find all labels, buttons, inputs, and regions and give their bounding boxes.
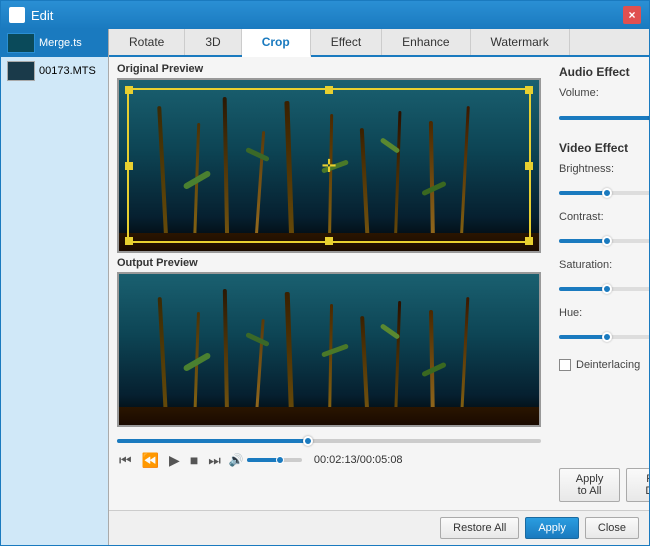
restore-all-button[interactable]: Restore All — [440, 517, 519, 539]
bottom-buttons: Restore All Apply Close — [109, 510, 649, 545]
tab-watermark[interactable]: Watermark — [471, 29, 570, 55]
play-button[interactable]: ▶ — [167, 453, 182, 467]
progress-thumb[interactable] — [303, 436, 313, 446]
window-title: Edit — [31, 8, 623, 23]
brightness-slider-fill — [559, 191, 607, 195]
file-thumb-mts — [7, 61, 35, 81]
close-window-button[interactable]: × — [623, 6, 641, 24]
video-effect-title: Video Effect — [559, 141, 649, 155]
saturation-slider-track[interactable] — [559, 287, 649, 291]
volume-slider-track[interactable] — [559, 116, 649, 120]
hue-slider-thumb[interactable] — [602, 332, 612, 342]
skip-back-button[interactable]: ⏮ — [117, 453, 134, 467]
saturation-slider-fill — [559, 287, 607, 291]
hue-slider-fill — [559, 335, 607, 339]
saturation-slider-thumb[interactable] — [602, 284, 612, 294]
app-icon — [9, 7, 25, 23]
apply-button[interactable]: Apply — [525, 517, 579, 539]
apply-to-all-button[interactable]: Apply to All — [559, 468, 620, 502]
output-preview-label: Output Preview — [117, 257, 541, 269]
right-panel: Audio Effect Volume: 100% — [549, 57, 649, 510]
brightness-label: Brightness: — [559, 163, 619, 175]
brightness-label-row: Brightness: — [559, 163, 649, 175]
tab-3d[interactable]: 3D — [185, 29, 241, 55]
crop-crosshair: ✛ — [321, 157, 336, 175]
original-preview-box: ✛ — [117, 78, 541, 253]
file-list: Merge.ts 00173.MTS — [1, 29, 109, 545]
sidebar-item-mts[interactable]: 00173.MTS — [1, 57, 108, 85]
restore-defaults-button[interactable]: Restore Defaults — [626, 468, 649, 502]
contrast-slider-fill — [559, 239, 607, 243]
left-panel: Original Preview — [109, 57, 549, 510]
contrast-slider-row: 0 ▲ ▼ — [559, 232, 649, 250]
close-button[interactable]: Close — [585, 517, 639, 539]
saturation-label: Saturation: — [559, 259, 619, 271]
saturation-label-row: Saturation: — [559, 259, 649, 271]
progress-fill — [117, 439, 308, 443]
volume-label: Volume: — [559, 87, 619, 99]
rewind-button[interactable]: ⏪ — [140, 453, 161, 467]
volume-row: Volume: — [559, 87, 649, 99]
brightness-slider-track[interactable] — [559, 191, 649, 195]
original-preview-label: Original Preview — [117, 63, 541, 75]
crop-overlay: ✛ — [127, 88, 531, 243]
saturation-slider-row: 0 ▲ ▼ — [559, 280, 649, 298]
deinterlacing-row: Deinterlacing — [559, 359, 649, 371]
time-display: 00:02:13/00:05:08 — [314, 454, 403, 466]
hue-slider-row: 0 ▲ ▼ — [559, 328, 649, 346]
volume-track[interactable] — [247, 458, 302, 462]
deinterlacing-label: Deinterlacing — [576, 359, 640, 371]
stop-button[interactable]: ■ — [188, 453, 200, 467]
sidebar-label-mts: 00173.MTS — [39, 65, 96, 77]
sidebar-label-merge: Merge.ts — [39, 37, 82, 49]
contrast-label: Contrast: — [559, 211, 619, 223]
sidebar-item-merge[interactable]: Merge.ts — [1, 29, 108, 57]
contrast-slider-thumb[interactable] — [602, 236, 612, 246]
apply-all-section: Apply to All Restore Defaults — [559, 468, 649, 502]
contrast-slider-track[interactable] — [559, 239, 649, 243]
volume-icon: 🔊 — [229, 453, 244, 467]
skip-forward-button[interactable]: ⏭ — [206, 453, 223, 467]
volume-slider-row: 100% — [559, 108, 649, 128]
tab-enhance[interactable]: Enhance — [382, 29, 470, 55]
audio-effect-title: Audio Effect — [559, 65, 649, 79]
hue-label: Hue: — [559, 307, 619, 319]
title-bar: Edit × — [1, 1, 649, 29]
volume-control[interactable]: 🔊 — [229, 453, 302, 467]
original-scene: ✛ — [119, 80, 539, 251]
transport-controls: ⏮ ⏪ ▶ ■ ⏭ 🔊 00:02:13/00:05:08 — [117, 451, 541, 469]
progress-bar[interactable] — [117, 435, 541, 447]
output-scene — [119, 274, 539, 425]
progress-track[interactable] — [117, 439, 541, 443]
deinterlacing-checkbox[interactable] — [559, 359, 571, 371]
brightness-slider-row: 0 ▲ ▼ — [559, 184, 649, 202]
file-thumb-merge — [7, 33, 35, 53]
contrast-label-row: Contrast: — [559, 211, 649, 223]
volume-slider-fill — [559, 116, 649, 120]
output-preview-box — [117, 272, 541, 427]
content-area: Original Preview — [109, 57, 649, 510]
hue-slider-track[interactable] — [559, 335, 649, 339]
edit-window: Edit × Merge.ts 00173.MTS Rotate 3D Crop… — [0, 0, 650, 546]
tab-effect[interactable]: Effect — [311, 29, 382, 55]
volume-thumb[interactable] — [276, 456, 284, 464]
brightness-slider-thumb[interactable] — [602, 188, 612, 198]
tab-rotate[interactable]: Rotate — [109, 29, 185, 55]
tab-crop[interactable]: Crop — [242, 29, 311, 57]
hue-label-row: Hue: — [559, 307, 649, 319]
tabs-bar: Rotate 3D Crop Effect Enhance Watermark — [109, 29, 649, 57]
